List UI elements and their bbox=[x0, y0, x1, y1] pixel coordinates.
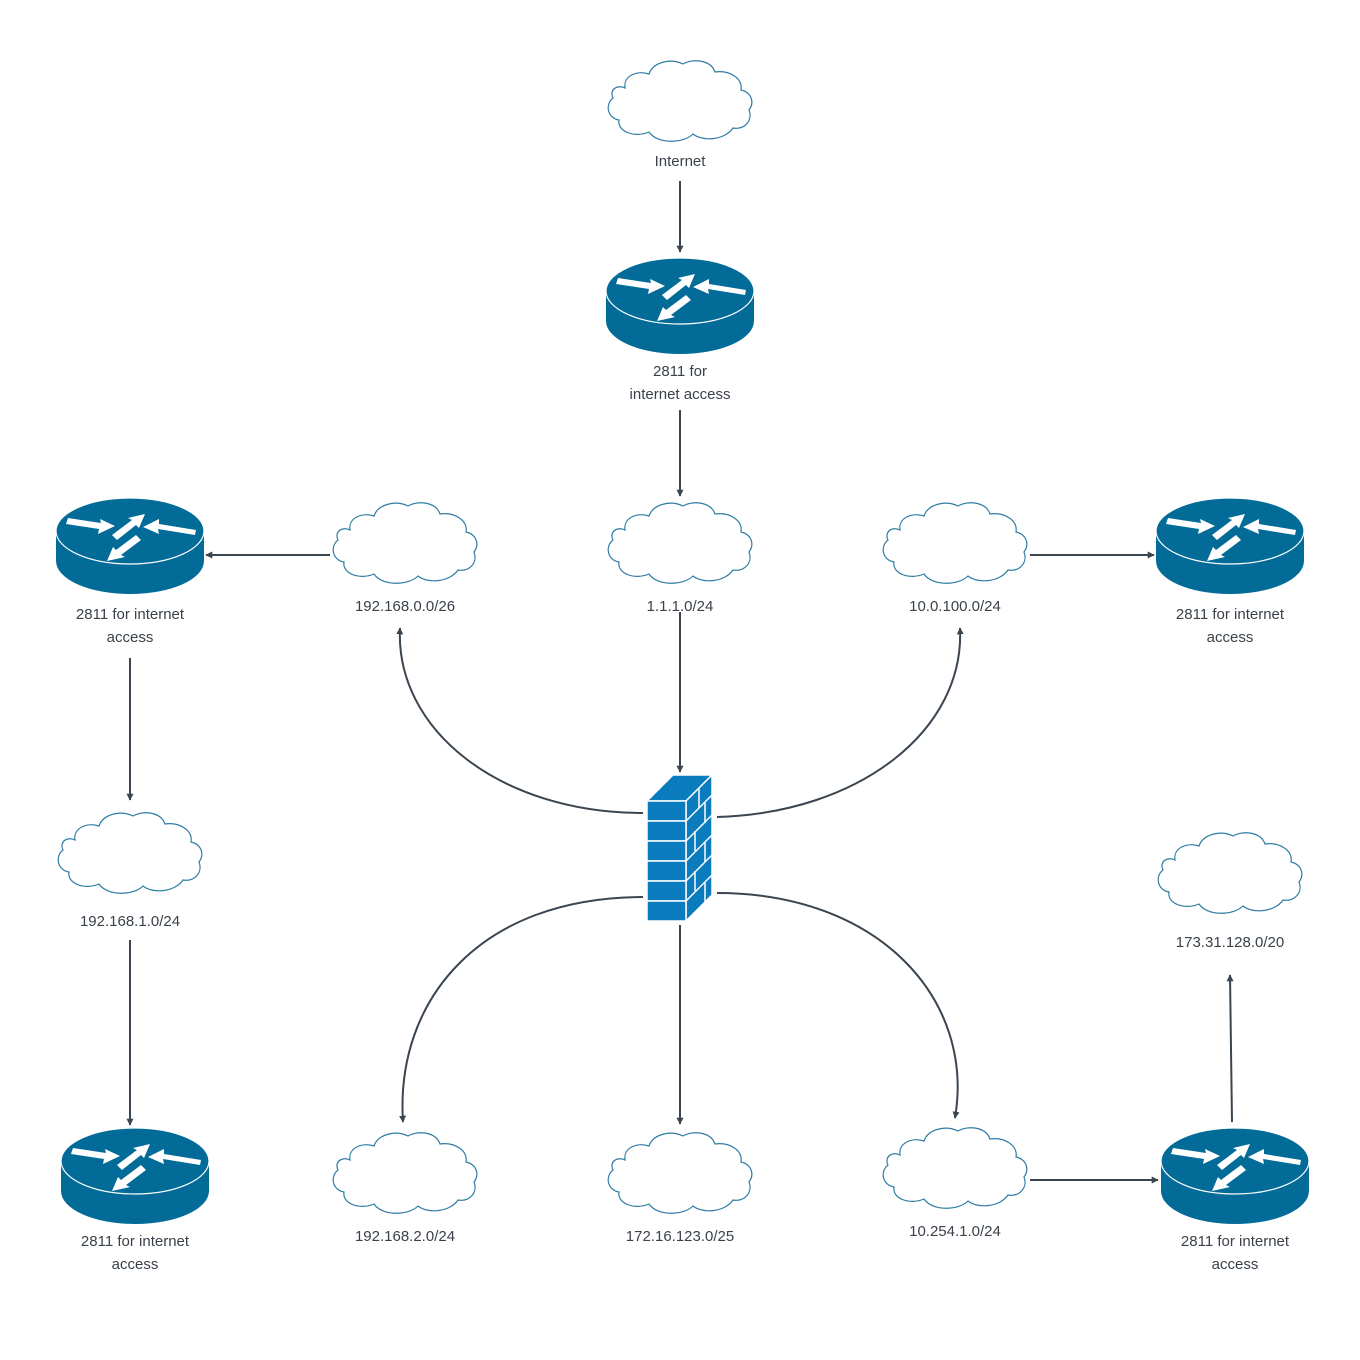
firewall-icon[interactable] bbox=[647, 775, 713, 922]
label-net-1-1-1: 1.1.1.0/24 bbox=[646, 598, 714, 615]
label-router-top: 2811 for internet access bbox=[629, 363, 731, 403]
edge-firewall-net-192-168-0 bbox=[396, 627, 644, 814]
cloud-icon-net-192-168-2[interactable] bbox=[332, 1132, 478, 1214]
edge-firewall-net-192-168-2 bbox=[399, 896, 644, 1123]
label-net-192-168-0: 192.168.0.0/26 bbox=[354, 598, 456, 615]
label-net-10-0-100: 10.0.100.0/24 bbox=[909, 598, 1001, 615]
cloud-icon-net-192-168-1[interactable] bbox=[57, 812, 203, 894]
label-router-left: 2811 for internet access bbox=[75, 606, 185, 646]
label-internet: Internet bbox=[654, 153, 706, 170]
label-net-192-168-1: 192.168.1.0/24 bbox=[79, 913, 181, 930]
cloud-icon-net-173-31-128[interactable] bbox=[1157, 832, 1303, 914]
cloud-icon-net-10-0-100[interactable] bbox=[882, 502, 1028, 584]
cloud-icon-net-10-254-1[interactable] bbox=[882, 1127, 1028, 1209]
label-router-bottom-left: 2811 for internet access bbox=[80, 1233, 190, 1273]
label-net-192-168-2: 192.168.2.0/24 bbox=[354, 1228, 456, 1245]
router-icon-top[interactable] bbox=[605, 257, 755, 355]
edge-router-bottom-right-net-173-31-128 bbox=[1226, 974, 1234, 1123]
label-net-172-16-123: 172.16.123.0/25 bbox=[625, 1228, 735, 1245]
router-icon-right[interactable] bbox=[1155, 497, 1305, 595]
router-icon-left[interactable] bbox=[55, 497, 205, 595]
cloud-icon-net-172-16-123[interactable] bbox=[607, 1132, 753, 1214]
label-router-right: 2811 for internet access bbox=[1175, 606, 1285, 646]
edge-firewall-net-10-0-100 bbox=[716, 627, 964, 818]
diagram-canvas bbox=[55, 60, 1310, 1225]
label-net-173-31-128: 173.31.128.0/20 bbox=[1175, 934, 1285, 951]
label-net-10-254-1: 10.254.1.0/24 bbox=[909, 1223, 1001, 1240]
edge-firewall-net-10-254-1 bbox=[716, 892, 960, 1119]
cloud-icon-net-192-168-0[interactable] bbox=[332, 502, 478, 584]
router-icon-bottom-left[interactable] bbox=[60, 1127, 210, 1225]
cloud-icon-net-1-1-1[interactable] bbox=[607, 502, 753, 584]
cloud-icon-internet[interactable] bbox=[607, 60, 753, 142]
label-router-bottom-right: 2811 for internet access bbox=[1180, 1233, 1290, 1273]
router-icon-bottom-right[interactable] bbox=[1160, 1127, 1310, 1225]
